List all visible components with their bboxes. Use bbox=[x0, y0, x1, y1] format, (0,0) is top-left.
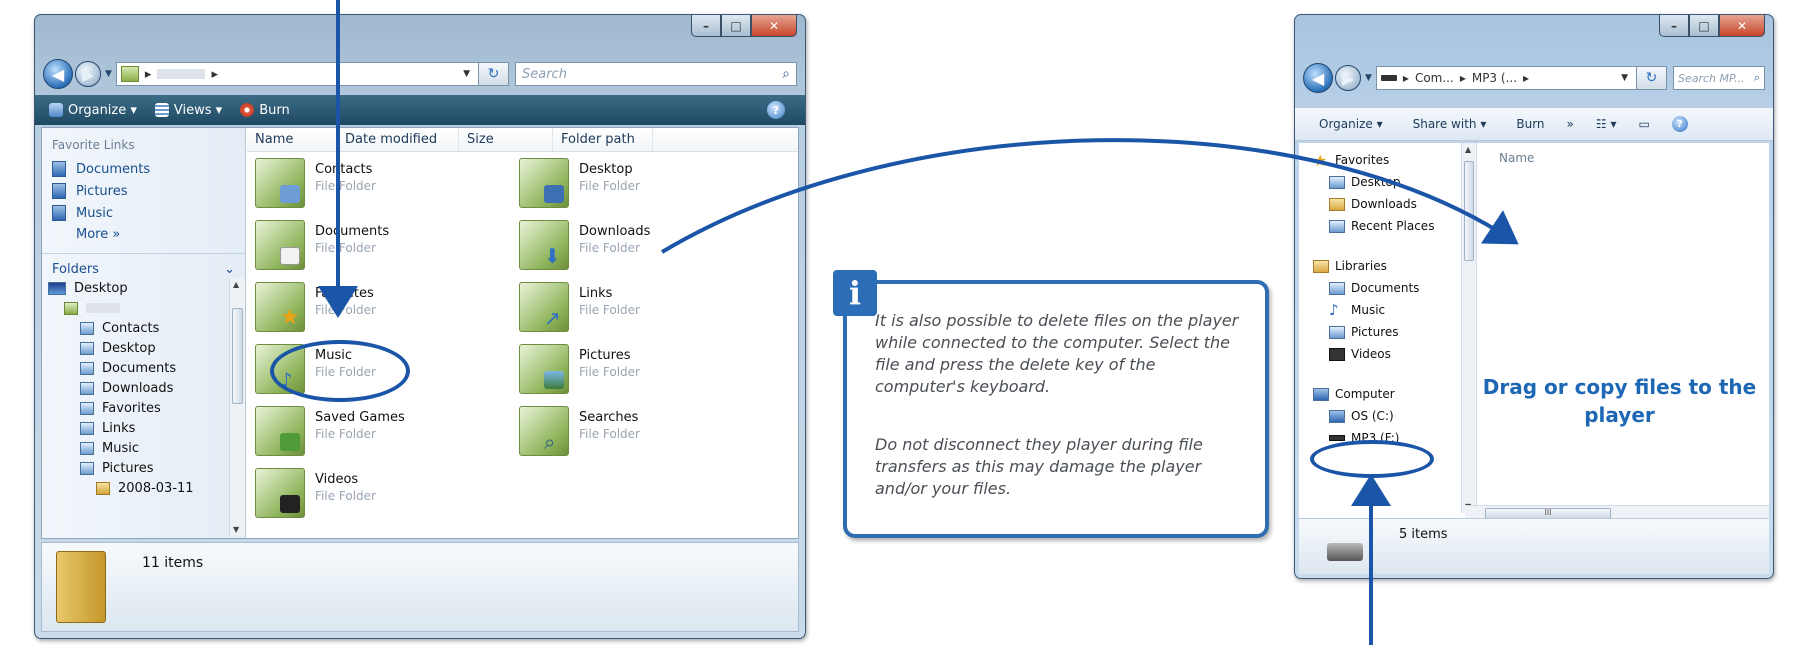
highlight-mp3-drive bbox=[1310, 440, 1434, 478]
arrow-drag-to-player bbox=[660, 138, 1519, 254]
highlight-music-folder bbox=[270, 340, 410, 402]
annotation-overlay bbox=[318, 0, 1519, 645]
